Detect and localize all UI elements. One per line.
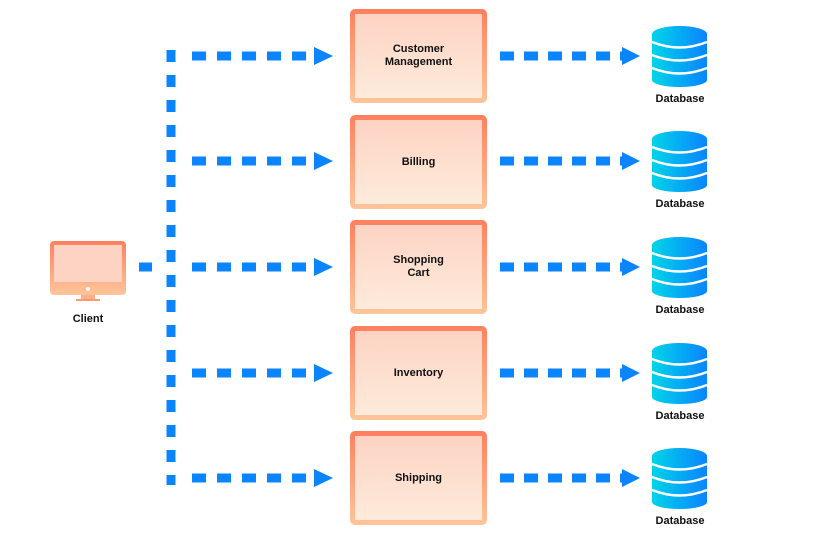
database-label: Database	[655, 515, 705, 527]
arrow-to-service	[192, 152, 333, 170]
arrow-to-database	[500, 364, 640, 382]
service-box: Billing	[350, 115, 487, 209]
database-label: Database	[655, 198, 705, 210]
arrow-to-service	[192, 258, 333, 276]
database-icon	[651, 26, 708, 87]
service-label: Customer Management	[355, 14, 482, 98]
service-box: Shopping Cart	[350, 220, 487, 314]
service-label: Shopping Cart	[355, 225, 482, 309]
arrow-to-database	[500, 258, 640, 276]
database-label: Database	[655, 410, 705, 422]
database-label: Database	[655, 93, 705, 105]
service-label: Shipping	[355, 436, 482, 520]
arrow-to-service	[192, 47, 333, 65]
database-icon	[651, 237, 708, 298]
database-icon	[651, 131, 708, 192]
database-label: Database	[655, 304, 705, 316]
service-box: Inventory	[350, 326, 487, 420]
client-label: Client	[72, 313, 104, 325]
service-label: Inventory	[355, 331, 482, 415]
service-label: Billing	[355, 120, 482, 204]
arrow-to-service	[192, 469, 333, 487]
arrow-to-service	[192, 364, 333, 382]
arrow-to-database	[500, 469, 640, 487]
monitor-icon	[50, 241, 126, 301]
arrow-to-database	[500, 47, 640, 65]
database-icon	[651, 448, 708, 509]
service-box: Customer Management	[350, 9, 487, 103]
database-icon	[651, 343, 708, 404]
arrow-to-database	[500, 152, 640, 170]
service-box: Shipping	[350, 431, 487, 525]
